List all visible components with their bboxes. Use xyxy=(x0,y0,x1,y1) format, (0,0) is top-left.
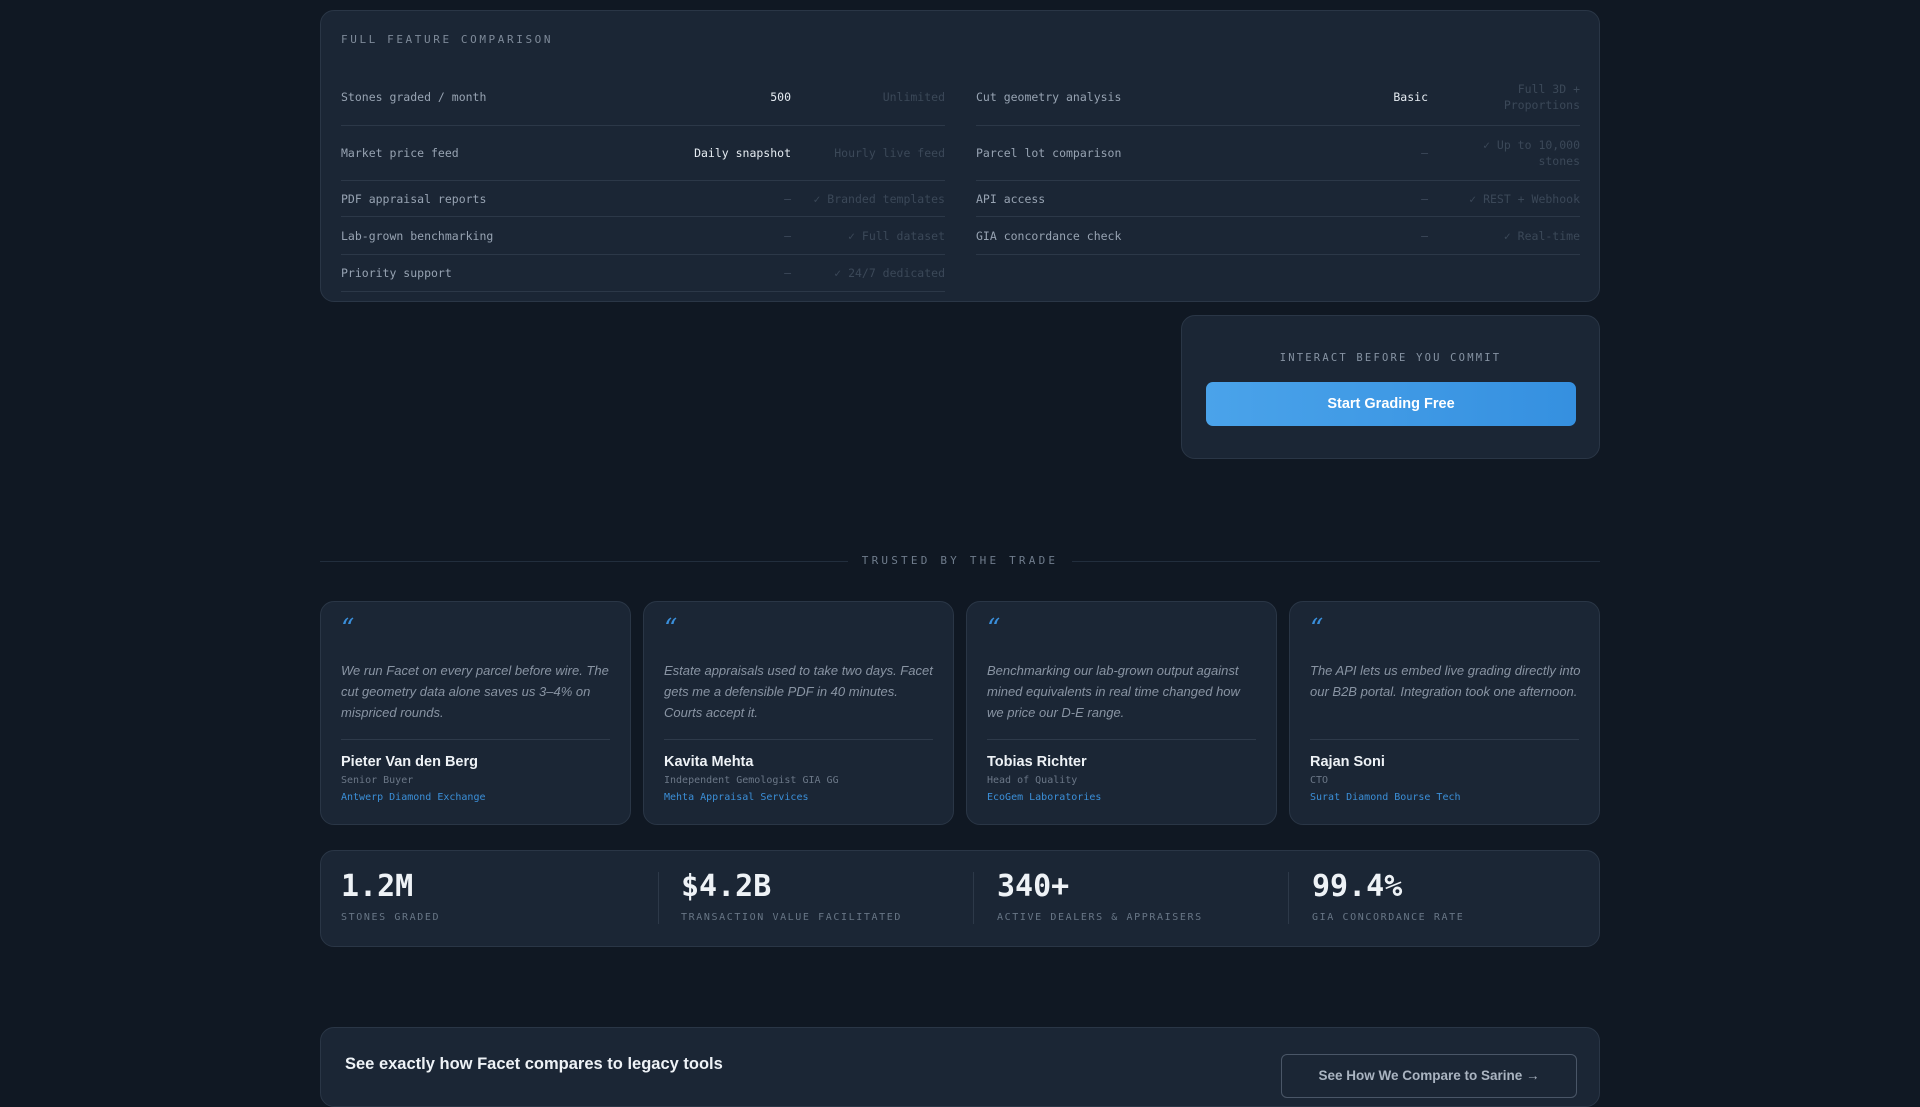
divider xyxy=(1310,739,1579,740)
stat-value: 1.2M xyxy=(341,869,414,904)
trusted-divider: TRUSTED BY THE TRADE xyxy=(320,554,1600,567)
cta-eyebrow: INTERACT BEFORE YOU COMMIT xyxy=(1279,352,1502,364)
feature-name: Parcel lot comparison xyxy=(976,146,1122,160)
feature-basic-value: — xyxy=(784,266,791,280)
feature-name: PDF appraisal reports xyxy=(341,191,487,206)
compare-heading: See exactly how Facet compares to legacy… xyxy=(345,1055,723,1073)
feature-basic-value: Basic xyxy=(1393,90,1428,104)
feature-pro-value: Hourly live feed xyxy=(834,146,945,160)
stat-label: TRANSACTION VALUE FACILITATED xyxy=(681,912,902,923)
stat-label: STONES GRADED xyxy=(341,912,441,923)
feature-name: Cut geometry analysis xyxy=(976,90,1122,104)
feature-row: Parcel lot comparison — ✓ Up to 10,000 s… xyxy=(976,126,1580,181)
testimonial-role: Senior Buyer xyxy=(341,775,414,786)
divider xyxy=(664,739,933,740)
testimonial-role: CTO xyxy=(1310,775,1329,786)
feature-column-left: Stones graded / month 500 Unlimited Mark… xyxy=(341,69,945,292)
feature-pro-value: ✓ Full dataset xyxy=(848,228,945,243)
testimonial-card: “ The API lets us embed live grading dir… xyxy=(1289,601,1600,825)
feature-pro-value: ✓ REST + Webhook xyxy=(1469,191,1580,206)
feature-row: Market price feed Daily snapshot Hourly … xyxy=(341,126,945,181)
quote-icon: “ xyxy=(341,614,355,644)
feature-basic-value: — xyxy=(784,191,791,206)
stat-separator xyxy=(658,872,659,924)
feature-comparison-title: FULL FEATURE COMPARISON xyxy=(341,33,554,46)
feature-name: API access xyxy=(976,191,1046,206)
testimonial-card: “ Estate appraisals used to take two day… xyxy=(643,601,954,825)
testimonial-quote: Estate appraisals used to take two days.… xyxy=(664,663,933,720)
testimonial-company-link[interactable]: Surat Diamond Bourse Tech xyxy=(1310,792,1461,803)
stat-value: $4.2B xyxy=(681,869,772,904)
testimonial-company-link[interactable]: Mehta Appraisal Services xyxy=(664,792,809,803)
feature-basic-value: — xyxy=(1421,146,1428,160)
testimonial-quote: The API lets us embed live grading direc… xyxy=(1310,663,1581,699)
feature-name: Market price feed xyxy=(341,146,459,160)
feature-name: GIA concordance check xyxy=(976,228,1122,243)
testimonial-card: “ Benchmarking our lab-grown output agai… xyxy=(966,601,1277,825)
divider xyxy=(987,739,1256,740)
testimonial-quote: Benchmarking our lab-grown output agains… xyxy=(987,663,1240,720)
feature-basic-value: — xyxy=(784,228,791,243)
start-grading-button[interactable]: Start Grading Free xyxy=(1206,382,1576,426)
feature-name: Lab-grown benchmarking xyxy=(341,228,494,243)
feature-row: Stones graded / month 500 Unlimited xyxy=(341,69,945,126)
testimonial-name: Tobias Richter xyxy=(987,754,1087,770)
testimonial-name: Kavita Mehta xyxy=(664,754,754,770)
testimonial-role: Independent Gemologist GIA GG xyxy=(664,775,839,786)
testimonial-name: Rajan Soni xyxy=(1310,754,1385,770)
feature-basic-value: — xyxy=(1421,191,1428,206)
stat-label: ACTIVE DEALERS & APPRAISERS xyxy=(997,912,1203,923)
feature-pro-value: Full 3D + Proportions xyxy=(1503,82,1580,112)
feature-basic-value: Daily snapshot xyxy=(694,146,791,160)
quote-icon: “ xyxy=(987,614,1001,644)
feature-basic-value: 500 xyxy=(770,90,791,104)
feature-comparison-card: FULL FEATURE COMPARISON Stones graded / … xyxy=(320,10,1600,302)
feature-column-right: Cut geometry analysis Basic Full 3D + Pr… xyxy=(976,69,1580,255)
feature-row: GIA concordance check — ✓ Real-time xyxy=(976,217,1580,255)
testimonial-card: “ We run Facet on every parcel before wi… xyxy=(320,601,631,825)
stat-separator xyxy=(1288,872,1289,924)
cta-card: INTERACT BEFORE YOU COMMIT Start Grading… xyxy=(1181,315,1600,459)
feature-row: API access — ✓ REST + Webhook xyxy=(976,181,1580,217)
stat-value: 99.4% xyxy=(1312,869,1403,904)
testimonial-role: Head of Quality xyxy=(987,775,1078,786)
feature-row: Cut geometry analysis Basic Full 3D + Pr… xyxy=(976,69,1580,126)
quote-icon: “ xyxy=(664,614,678,644)
stats-bar: 1.2M STONES GRADED $4.2B TRANSACTION VAL… xyxy=(320,850,1600,947)
quote-icon: “ xyxy=(1310,614,1324,644)
testimonial-name: Pieter Van den Berg xyxy=(341,754,478,770)
divider xyxy=(341,739,610,740)
feature-name: Priority support xyxy=(341,266,452,280)
stat-value: 340+ xyxy=(997,869,1070,904)
feature-pro-value: ✓ Up to 10,000 stones xyxy=(1483,138,1580,168)
feature-row: PDF appraisal reports — ✓ Branded templa… xyxy=(341,181,945,217)
feature-pro-value: ✓ 24/7 dedicated xyxy=(834,266,945,280)
feature-pro-value: ✓ Branded templates xyxy=(813,191,945,206)
trusted-label: TRUSTED BY THE TRADE xyxy=(320,554,1600,567)
feature-pro-value: ✓ Real-time xyxy=(1503,228,1580,243)
feature-basic-value: — xyxy=(1421,228,1428,243)
feature-row: Lab-grown benchmarking — ✓ Full dataset xyxy=(341,217,945,255)
compare-banner: See exactly how Facet compares to legacy… xyxy=(320,1027,1600,1107)
testimonial-company-link[interactable]: EcoGem Laboratories xyxy=(987,792,1101,803)
testimonial-company-link[interactable]: Antwerp Diamond Exchange xyxy=(341,792,486,803)
stat-separator xyxy=(973,872,974,924)
feature-row: Priority support — ✓ 24/7 dedicated xyxy=(341,255,945,292)
testimonial-quote: We run Facet on every parcel before wire… xyxy=(341,663,609,720)
compare-sarine-button[interactable]: See How We Compare to Sarine → xyxy=(1281,1054,1577,1098)
feature-pro-value: Unlimited xyxy=(882,90,945,104)
feature-name: Stones graded / month xyxy=(341,90,487,104)
stat-label: GIA CONCORDANCE RATE xyxy=(1312,912,1465,923)
